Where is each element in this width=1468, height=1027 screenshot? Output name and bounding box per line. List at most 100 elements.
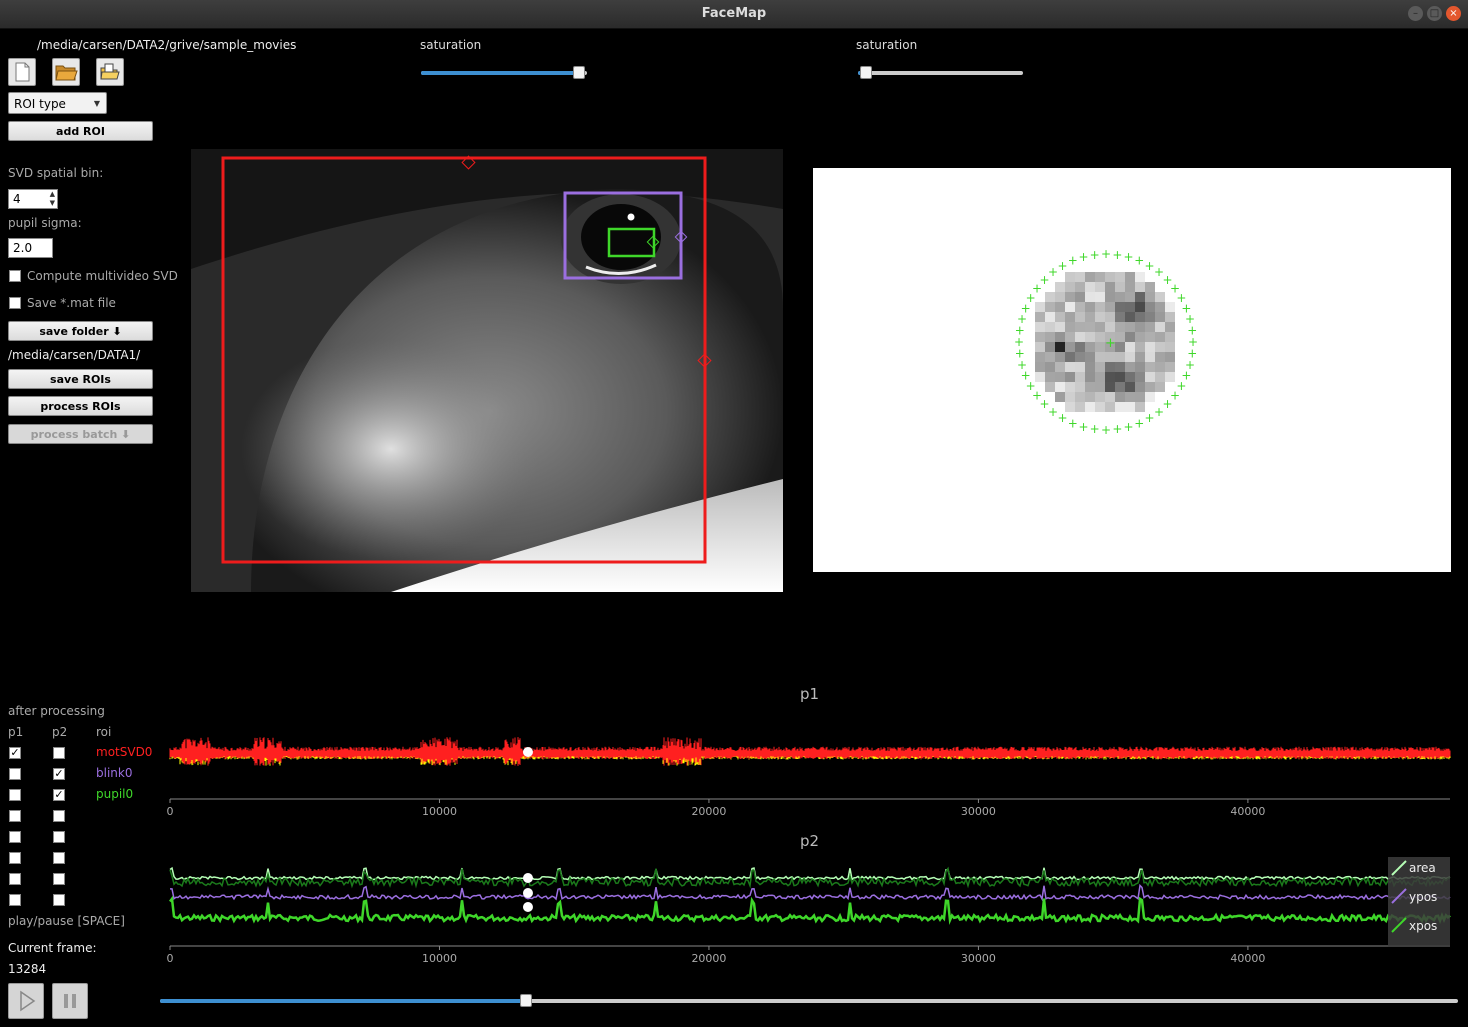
pupil-pixel [1145, 312, 1155, 322]
pupil-pixel [1055, 332, 1065, 342]
pupil-pixel [1115, 312, 1125, 322]
process-batch-button[interactable]: process batch ⬇ [8, 424, 153, 444]
pupil-ellipse-point: + [1078, 420, 1088, 434]
pupil-pixel [1105, 372, 1115, 382]
open-file-button[interactable] [96, 58, 124, 86]
x-tick-label: 20000 [691, 805, 726, 818]
video-frame[interactable] [191, 149, 783, 592]
pupil-pixel [1125, 282, 1135, 292]
roi-type-select[interactable]: ROI type ▼ [8, 92, 107, 114]
pupil-pixel [1095, 282, 1105, 292]
pupil-pixel [1115, 362, 1125, 372]
pupil-pixel [1095, 272, 1105, 282]
pupil-pixel [1055, 372, 1065, 382]
p2-legend: area ypos xpos [1388, 857, 1450, 947]
frame-slider-handle[interactable] [520, 994, 532, 1007]
pause-button[interactable] [52, 983, 88, 1019]
svd-bin-spinbox[interactable]: 4 ▲ ▼ [8, 189, 58, 209]
minimize-icon[interactable]: – [1408, 6, 1423, 21]
roi-p1-checkbox[interactable] [9, 810, 21, 822]
multivideo-svd-checkbox[interactable] [9, 270, 21, 282]
p2-series-area [169, 866, 1451, 881]
pupil-pixel [1105, 402, 1115, 412]
plot-p2[interactable]: 0 10000 20000 30000 40000 [165, 852, 1455, 968]
play-icon [20, 990, 36, 1012]
x-tick-label: 10000 [422, 952, 457, 965]
save-folder-button[interactable]: save folder ⬇ [8, 321, 153, 341]
p2-series-ypos [170, 883, 1451, 902]
pupil-pixel [1105, 352, 1115, 362]
roi-p2-checkbox[interactable]: ✓ [53, 768, 65, 780]
roi-p2-checkbox[interactable] [53, 894, 65, 906]
close-icon[interactable]: × [1446, 6, 1461, 21]
pupil-pixel [1085, 292, 1095, 302]
pupil-ellipse-point: + [1112, 422, 1122, 436]
roi-name-pupil0: pupil0 [96, 787, 134, 801]
pupil-pixel [1035, 332, 1045, 342]
chevron-down-icon: ▼ [93, 99, 100, 108]
roi-p2-checkbox[interactable]: ✓ [53, 789, 65, 801]
pupil-pixel [1125, 302, 1135, 312]
pupil-pixel [1125, 362, 1135, 372]
pupil-pixel [1155, 302, 1165, 312]
pupil-pixel [1075, 382, 1085, 392]
roi-p1-checkbox[interactable] [9, 831, 21, 843]
pupil-pixel [1095, 312, 1105, 322]
pupil-pixel [1095, 392, 1105, 402]
pupil-pixel [1055, 302, 1065, 312]
roi-p2-checkbox[interactable] [53, 810, 65, 822]
pupil-pixel [1115, 342, 1125, 352]
roi-p2-checkbox[interactable] [53, 831, 65, 843]
roi-p1-checkbox[interactable]: ✓ [9, 747, 21, 759]
pupil-ellipse-point: + [1090, 248, 1100, 262]
p1-series-motsvd0 [169, 737, 1451, 766]
play-button[interactable] [8, 983, 44, 1019]
open-folder-button[interactable] [52, 58, 80, 86]
roi-p2-checkbox[interactable] [53, 873, 65, 885]
pupil-pixel [1055, 282, 1065, 292]
x-tick-label: 40000 [1230, 952, 1265, 965]
pupil-pixel [1075, 392, 1085, 402]
roi-p1-checkbox[interactable] [9, 894, 21, 906]
pupil-pixel [1155, 342, 1165, 352]
new-file-button[interactable] [8, 58, 36, 86]
saturation-left-label: saturation [420, 38, 482, 52]
roi-p2-checkbox[interactable] [53, 852, 65, 864]
process-rois-button[interactable]: process ROIs [8, 396, 153, 416]
pupil-pixel [1105, 382, 1115, 392]
roi-name-blink0: blink0 [96, 766, 133, 780]
pupil-pixel [1055, 322, 1065, 332]
roi-p1-checkbox[interactable] [9, 873, 21, 885]
pupil-pixel [1045, 382, 1055, 392]
pupil-pixel [1155, 362, 1165, 372]
pupil-sigma-input[interactable]: 2.0 [8, 238, 53, 258]
plot-p1[interactable]: 0 10000 20000 30000 40000 [165, 720, 1455, 820]
saturation-right-track[interactable] [858, 71, 1023, 75]
pupil-pixel [1165, 322, 1175, 332]
roi-p1-checkbox[interactable] [9, 789, 21, 801]
pupil-pixel [1095, 372, 1105, 382]
add-roi-button[interactable]: add ROI [8, 121, 153, 141]
saturation-right-handle[interactable] [860, 66, 872, 79]
maximize-icon[interactable]: □ [1427, 6, 1442, 21]
roi-p1-checkbox[interactable] [9, 768, 21, 780]
saturation-right-label: saturation [856, 38, 918, 52]
pupil-pixel [1075, 332, 1085, 342]
pupil-pixel [1085, 342, 1095, 352]
pupil-pixel [1095, 362, 1105, 372]
saturation-left-handle[interactable] [573, 66, 585, 79]
pupil-pixel [1105, 362, 1115, 372]
roi-p2-checkbox[interactable] [53, 747, 65, 759]
spin-arrows-icon[interactable]: ▲ ▼ [50, 190, 55, 208]
pupil-pixel [1115, 302, 1125, 312]
x-tick-label: 0 [167, 805, 174, 818]
save-rois-button[interactable]: save ROIs [8, 369, 153, 389]
pupil-pixel [1125, 312, 1135, 322]
pupil-pixel [1055, 312, 1065, 322]
save-mat-checkbox[interactable] [9, 297, 21, 309]
roi-p1-checkbox[interactable] [9, 852, 21, 864]
pupil-pixel [1115, 372, 1125, 382]
p2-frame-marker [522, 873, 533, 883]
open-folder-icon [55, 65, 78, 81]
pupil-pixel [1045, 322, 1055, 332]
